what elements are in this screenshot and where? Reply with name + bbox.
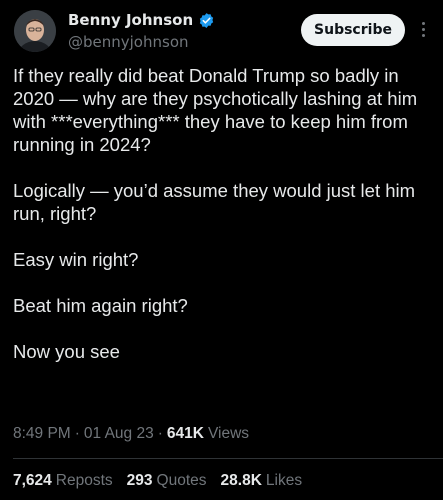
- reposts-stat[interactable]: 7,624 Reposts: [13, 472, 113, 490]
- author-name-row: Benny Johnson: [68, 11, 215, 29]
- reposts-count: 7,624: [13, 472, 52, 489]
- quotes-label: Quotes: [156, 472, 207, 489]
- verified-badge-icon: [199, 12, 214, 28]
- reposts-label: Reposts: [55, 472, 113, 489]
- tweet-date[interactable]: 01 Aug 23: [84, 425, 154, 443]
- more-vertical-icon[interactable]: [414, 18, 432, 40]
- quotes-stat[interactable]: 293 Quotes: [127, 472, 207, 490]
- likes-count: 28.8K: [220, 472, 262, 489]
- engagement-stats: 7,624 Reposts 293 Quotes 28.8K Likes: [13, 472, 316, 490]
- more-dot: [421, 27, 425, 31]
- tweet-paragraph: Logically — you’d assume they would just…: [13, 180, 416, 224]
- views-count: 641K: [166, 425, 204, 442]
- tweet-card: Benny Johnson @bennyjohnson Subscribe If…: [0, 0, 443, 500]
- tweet-meta: 8:49 PM · 01 Aug 23 · 641K Views: [13, 425, 249, 443]
- avatar-image: [14, 10, 56, 52]
- tweet-paragraph: If they really did beat Donald Trump so …: [13, 65, 418, 155]
- likes-label: Likes: [265, 472, 303, 489]
- meta-separator: ·: [74, 425, 80, 442]
- meta-separator: ·: [157, 425, 163, 442]
- subscribe-button[interactable]: Subscribe: [301, 14, 405, 46]
- tweet-text: If they really did beat Donald Trump so …: [13, 64, 433, 363]
- author-handle[interactable]: @bennyjohnson: [68, 33, 189, 51]
- quotes-count: 293: [126, 472, 153, 489]
- author-display-name[interactable]: Benny Johnson: [68, 11, 193, 29]
- tweet-time[interactable]: 8:49 PM: [13, 425, 71, 443]
- tweet-paragraph: Beat him again right?: [13, 295, 188, 316]
- tweet-paragraph: Easy win right?: [13, 249, 139, 270]
- more-dot: [421, 33, 425, 37]
- likes-stat[interactable]: 28.8K Likes: [221, 472, 303, 490]
- divider: [13, 458, 443, 459]
- views-label: Views: [207, 425, 250, 442]
- tweet-paragraph: Now you see: [13, 341, 120, 362]
- avatar[interactable]: [14, 10, 56, 52]
- more-dot: [421, 21, 425, 25]
